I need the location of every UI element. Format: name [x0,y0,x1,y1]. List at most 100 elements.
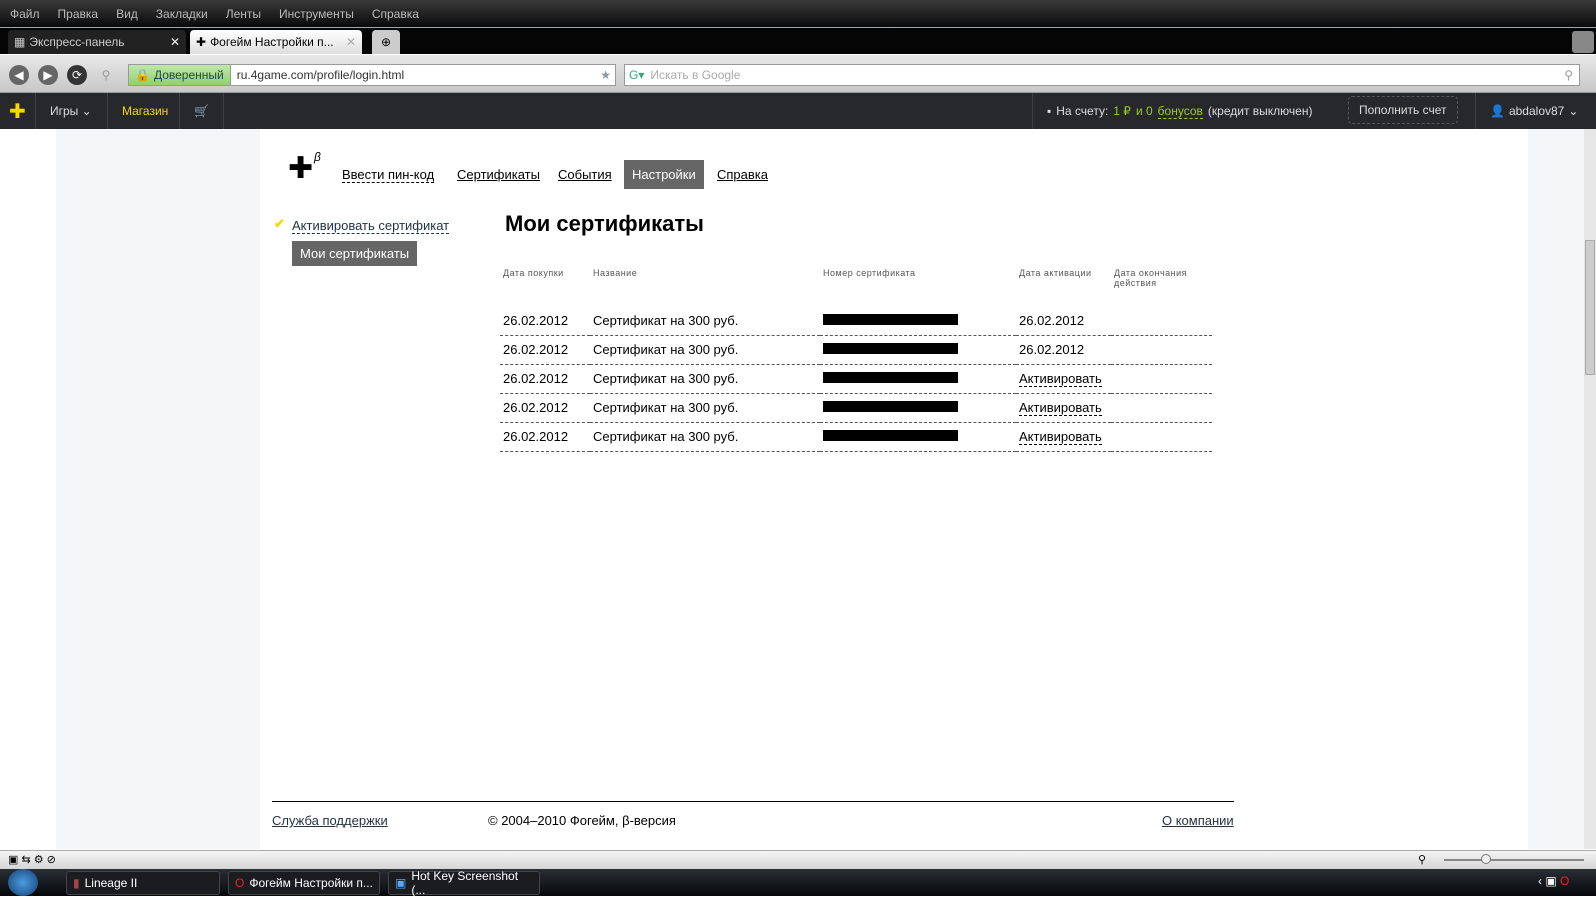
games-menu[interactable]: Игры ⌄ [36,93,108,129]
search-placeholder: Искать в Google [650,68,741,82]
activate-link[interactable]: Активировать [1019,429,1102,445]
bonuses-link[interactable]: бонусов [1157,104,1203,119]
menu-bar: Файл Правка Вид Закладки Ленты Инструмен… [0,0,1596,27]
tray-icons[interactable]: ‹ ▣ O [1538,874,1569,888]
cart-icon[interactable]: 🛒 [180,93,224,129]
purchase-date: 26.02.2012 [500,306,590,336]
trash-icon[interactable] [1572,31,1594,53]
user-menu[interactable]: 👤 abdalov87 ⌄ [1475,93,1592,129]
nav-settings[interactable]: Настройки [624,160,704,189]
close-icon[interactable]: ✕ [346,35,356,49]
zoom-slider[interactable] [1444,859,1584,861]
chevron-down-icon: ⌄ [1568,104,1579,118]
support-link[interactable]: Служба поддержки [272,813,388,828]
secure-badge[interactable]: 🔒 Доверенный [129,65,231,85]
opera-icon: O [235,876,245,890]
taskbar-lineage[interactable]: ▮ Lineage II [66,871,220,895]
back-icon[interactable]: ◀ [9,65,29,85]
activation-date: 26.02.2012 [1019,342,1085,357]
4game-logo-icon[interactable]: ✚ [288,154,313,184]
nav-enter-pin[interactable]: Ввести пин-код [342,167,435,183]
redacted-number [823,372,958,383]
activation-cell: Активировать [1016,393,1111,423]
table-row: 26.02.2012 Сертификат на 300 руб. 26.02.… [500,335,1212,365]
menu-file[interactable]: Файл [10,7,40,21]
chevron-down-icon: ⌄ [81,104,92,118]
menu-edit[interactable]: Правка [58,7,99,21]
balance: ▪ На счету: 1 ₽ и 0 бонусов (кредит выкл… [1032,93,1326,129]
expiry-date [1111,335,1212,365]
taskbar-hotkey[interactable]: ▣ Hot Key Screenshot (... [388,869,540,897]
activation-cell: 26.02.2012 [1016,306,1111,336]
wallet-icon: ▪ [1047,104,1052,118]
nav-help[interactable]: Справка [717,167,768,182]
menu-feeds[interactable]: Ленты [226,7,261,21]
zoom-slider-handle[interactable] [1481,854,1491,864]
search-icon[interactable]: ⚲ [1564,68,1573,82]
certificate-name: Сертификат на 300 руб. [590,422,820,452]
user-icon: 👤 [1490,104,1505,118]
topup-button[interactable]: Пополнить счет [1348,96,1458,124]
games-label: Игры [50,104,79,118]
search-input[interactable]: G▾ Искать в Google ⚲ [624,64,1580,86]
expiry-date [1111,422,1212,452]
balance-prefix: На счету: [1056,104,1109,118]
activate-link[interactable]: Активировать [1019,400,1102,416]
sidebar-activate-certificate[interactable]: Активировать сертификат [292,218,450,234]
shop-link[interactable]: Магазин [108,93,180,129]
certificate-number [820,422,1016,452]
certificate-name: Сертификат на 300 руб. [590,393,820,423]
forward-icon[interactable]: ▶ [38,65,58,85]
scrollbar-thumb[interactable] [1585,240,1595,375]
shop-label: Магазин [122,104,169,118]
left-background [56,129,260,849]
menu-bookmarks[interactable]: Закладки [156,7,208,21]
zoom-icon[interactable]: ⚲ [1418,853,1426,866]
purchase-date: 26.02.2012 [500,335,590,365]
certificate-number [820,364,1016,394]
redacted-number [823,343,958,354]
table-row: 26.02.2012 Сертификат на 300 руб. Активи… [500,364,1212,394]
redacted-number [823,430,958,441]
4game-logo-icon[interactable]: ✚ [0,93,36,129]
certificate-name: Сертификат на 300 руб. [590,306,820,336]
taskbar-opera[interactable]: O Фогейм Настройки п... [228,871,380,895]
activation-cell: 26.02.2012 [1016,335,1111,365]
new-tab-button[interactable]: ⊕ [372,30,400,54]
balance-and: и 0 [1135,104,1153,118]
tab-bar: ▦ Экспресс-панель ✕ ✚ Фогейм Настройки п… [0,27,1596,54]
wand-icon[interactable]: ⚲ [96,65,116,85]
menu-view[interactable]: Вид [116,7,138,21]
username: abdalov87 [1508,104,1565,118]
status-bar: ▣ ⇆ ⚙ ⊘ ⚲ [0,850,1596,869]
taskbar: ▮ Lineage II O Фогейм Настройки п... ▣ Hot … [0,869,1596,897]
tab-express-panel[interactable]: ▦ Экспресс-панель ✕ [8,30,186,54]
sidebar-my-certificates[interactable]: Мои сертификаты [292,241,418,266]
panel-icon[interactable]: ▣ ⇆ ⚙ ⊘ [8,853,56,866]
activation-date: 26.02.2012 [1019,312,1085,328]
balance-amount: 1 ₽ [1113,104,1131,118]
scrollbar[interactable] [1584,129,1596,849]
certificate-number [820,393,1016,423]
about-link[interactable]: О компании [1162,813,1234,828]
nav-events[interactable]: События [558,167,612,182]
table-row: 26.02.2012 Сертификат на 300 руб. Активи… [500,422,1212,452]
activate-link[interactable]: Активировать [1019,371,1102,387]
address-bar[interactable]: 🔒 Доверенный ru.4game.com/profile/login.h… [128,64,616,86]
tab-label: Фогейм Настройки п... [210,35,334,49]
url-text[interactable]: ru.4game.com/profile/login.html [231,68,404,82]
nav-certificates[interactable]: Сертификаты [457,167,540,182]
menu-tools[interactable]: Инструменты [279,7,354,21]
lineage-icon: ▮ [73,876,80,890]
tab-label: Экспресс-панель [29,35,125,49]
start-button[interactable] [8,869,38,896]
close-icon[interactable]: ✕ [170,35,180,49]
col-name: Название [593,268,638,278]
menu-help[interactable]: Справка [372,7,419,21]
google-icon[interactable]: G▾ [629,68,644,82]
copyright: © 2004–2010 Фогейм, β-версия [488,813,676,828]
tab-4game[interactable]: ✚ Фогейм Настройки п... ✕ [190,30,362,54]
topup-label: Пополнить счет [1359,103,1447,117]
reload-icon[interactable]: ⟳ [67,65,87,85]
star-icon[interactable]: ★ [600,68,611,82]
